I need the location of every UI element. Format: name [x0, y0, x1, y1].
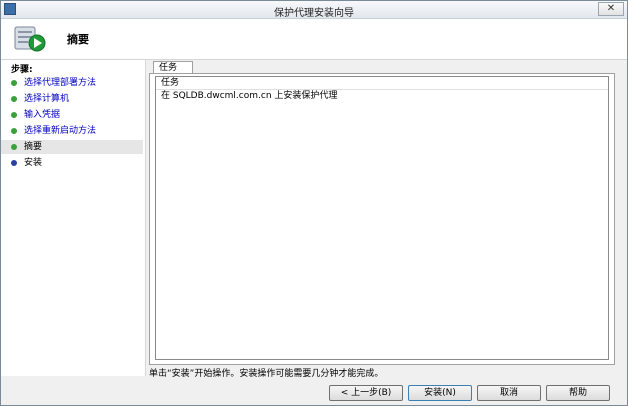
tasks-panel: 任务 在 SQLDB.dwcml.com.cn 上安装保护代理 [149, 73, 615, 365]
sidebar-divider [145, 60, 146, 376]
step-label: 选择计算机 [24, 94, 70, 104]
step-label: 输入凭据 [24, 110, 61, 120]
wizard-install-icon [14, 26, 46, 52]
step-install: 安装 [1, 156, 143, 170]
step-complete-icon [11, 96, 17, 102]
install-button[interactable]: 安装(N) [408, 385, 472, 401]
step-label: 摘要 [24, 142, 43, 152]
page-header: 摘要 [1, 19, 627, 60]
cancel-button[interactable]: 取消 [477, 385, 541, 401]
step-select-deployment-method[interactable]: 选择代理部署方法 [1, 76, 143, 90]
step-current-icon [11, 144, 17, 150]
close-icon: ✕ [606, 3, 616, 14]
task-row[interactable]: 在 SQLDB.dwcml.com.cn 上安装保护代理 [156, 90, 608, 103]
window-title: 保护代理安装向导 [274, 8, 354, 19]
step-enter-credentials[interactable]: 输入凭据 [1, 108, 143, 122]
steps-heading: 步骤: [11, 65, 33, 75]
step-label: 选择代理部署方法 [24, 78, 97, 88]
task-column-header[interactable]: 任务 [156, 77, 608, 90]
step-label: 安装 [24, 158, 43, 168]
step-select-computers[interactable]: 选择计算机 [1, 92, 143, 106]
steps-sidebar: 步骤: 选择代理部署方法 选择计算机 输入凭据 选择重新启动方法 摘要 安装 [1, 60, 145, 376]
help-button[interactable]: 帮助 [546, 385, 610, 401]
step-summary: 摘要 [1, 140, 143, 154]
step-complete-icon [11, 80, 17, 86]
page-title: 摘要 [67, 33, 89, 46]
step-complete-icon [11, 128, 17, 134]
step-label: 选择重新启动方法 [24, 126, 97, 136]
task-list[interactable]: 任务 在 SQLDB.dwcml.com.cn 上安装保护代理 [155, 76, 609, 360]
title-bar: 保护代理安装向导 ✕ [1, 1, 627, 19]
back-button[interactable]: < 上一步(B) [329, 385, 403, 401]
step-pending-icon [11, 160, 17, 166]
step-complete-icon [11, 112, 17, 118]
wizard-window: 保护代理安装向导 ✕ 摘要 步骤: 选择代理部署方法 选择计算机 输入凭据 选择… [0, 0, 628, 406]
status-message: 单击“安装”开始操作。安装操作可能需要几分钟才能完成。 [149, 369, 384, 379]
close-button[interactable]: ✕ [598, 2, 624, 16]
step-select-restart-method[interactable]: 选择重新启动方法 [1, 124, 143, 138]
